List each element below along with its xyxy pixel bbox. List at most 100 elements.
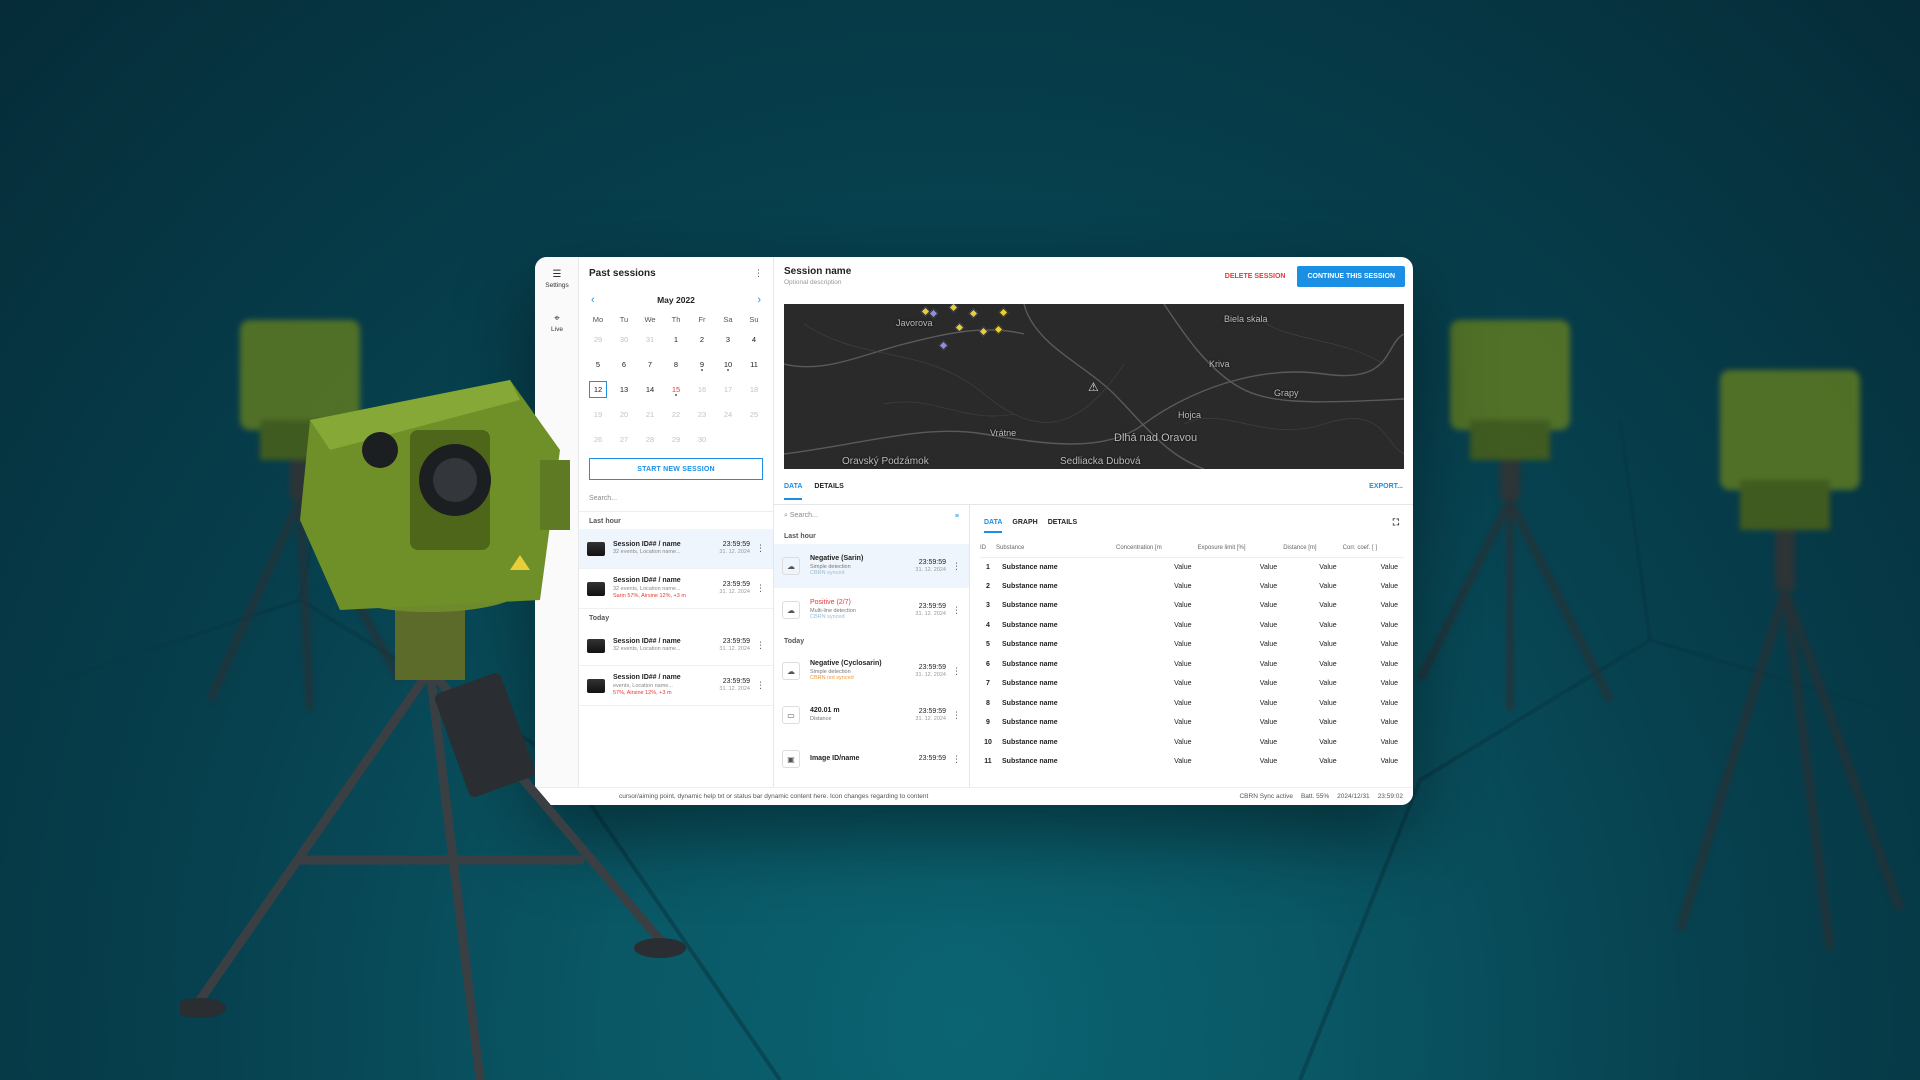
table-row[interactable]: 8 Substance name Value Value Value Value <box>980 694 1404 714</box>
event-time: 23:59:59 <box>918 707 946 715</box>
status-time: 23:59:02 <box>1377 793 1403 800</box>
calendar-day[interactable]: 18 <box>741 377 767 402</box>
cell-value: Value <box>1174 738 1192 746</box>
map-label: Dlhá nad Oravou <box>1114 432 1198 444</box>
cell-value: Value <box>1319 621 1337 629</box>
event-item[interactable]: ☁ Negative (Cyclosarin) Simple detection… <box>774 649 969 693</box>
more-icon[interactable]: ⋮ <box>756 640 765 651</box>
rail-live[interactable]: ⌖ Live <box>535 301 579 345</box>
session-date: 31. 12. 2024 <box>719 646 750 653</box>
cell-id: 5 <box>986 641 990 649</box>
column-header[interactable]: Corr. coef. [ ] <box>1342 539 1404 558</box>
filter-icon[interactable]: ≡ <box>955 513 959 520</box>
status-date: 2024/12/31 <box>1337 793 1370 800</box>
cell-id: 8 <box>986 699 990 707</box>
warning-triangle-icon[interactable]: ⚠ <box>1088 380 1099 394</box>
tab-table-data[interactable]: DATA <box>984 519 1003 533</box>
table-row[interactable]: 2 Substance name Value Value Value Value <box>980 577 1404 597</box>
calendar-day[interactable] <box>715 427 741 452</box>
table-row[interactable]: 10 Substance name Value Value Value Value <box>980 733 1404 753</box>
session-date: 31. 12. 2024 <box>719 686 750 693</box>
cell-substance: Substance name <box>1002 660 1058 668</box>
table-row[interactable]: 4 Substance name Value Value Value Value <box>980 616 1404 636</box>
cell-substance: Substance name <box>1002 641 1058 649</box>
table-row[interactable]: 9 Substance name Value Value Value Value <box>980 713 1404 733</box>
table-row[interactable]: 6 Substance name Value Value Value Value <box>980 655 1404 675</box>
map-label: Grapy <box>1274 388 1299 398</box>
rail-settings[interactable]: ☰ Settings <box>535 257 579 301</box>
detector-device-image <box>180 380 686 1080</box>
table-row[interactable]: 1 Substance name Value Value Value Value <box>980 557 1404 577</box>
table-row[interactable]: 5 Substance name Value Value Value Value <box>980 635 1404 655</box>
cell-id: 1 <box>986 563 990 571</box>
calendar-day[interactable]: 17 <box>715 377 741 402</box>
cell-value: Value <box>1380 699 1398 707</box>
more-icon[interactable]: ⋮ <box>754 268 763 279</box>
column-header[interactable]: Distance [m] <box>1283 539 1343 558</box>
more-icon[interactable]: ⋮ <box>952 605 961 616</box>
table-row[interactable]: 7 Substance name Value Value Value Value <box>980 674 1404 694</box>
more-icon[interactable]: ⋮ <box>952 561 961 572</box>
tab-graph[interactable]: GRAPH <box>1012 519 1037 533</box>
session-map[interactable]: Javorova Biela skala Kriva Grapy Hojca V… <box>784 304 1404 469</box>
continue-session-button[interactable]: CONTINUE THIS SESSION <box>1297 265 1405 287</box>
event-item[interactable]: ☁ Positive (2/7) Multi-line detection CB… <box>774 588 969 632</box>
delete-session-button[interactable]: DELETE SESSION <box>1225 273 1286 280</box>
event-search-input[interactable]: ⌕ Search... ≡ <box>774 505 969 527</box>
more-icon[interactable]: ⋮ <box>952 710 961 721</box>
cell-substance: Substance name <box>1002 582 1058 590</box>
calendar-day[interactable]: 24 <box>715 402 741 427</box>
session-tabs: DATA DETAILS <box>784 483 844 500</box>
event-date: 31. 12. 2024 <box>915 671 946 678</box>
map-label: Sedliacka Dubová <box>1060 456 1141 467</box>
fullscreen-icon[interactable]: ⛶ <box>1393 517 1399 535</box>
event-item[interactable]: ▣ Image ID/name 23:59:59 ⋮ <box>774 737 969 781</box>
more-icon[interactable]: ⋮ <box>952 754 961 765</box>
cell-value: Value <box>1319 602 1337 610</box>
more-icon[interactable]: ⋮ <box>756 583 765 594</box>
event-search-placeholder: Search... <box>789 512 818 519</box>
more-icon[interactable]: ⋮ <box>756 543 765 554</box>
column-header[interactable]: Substance <box>996 539 1116 558</box>
chevron-right-icon[interactable]: › <box>757 294 761 306</box>
calendar-day[interactable] <box>741 427 767 452</box>
event-date: 31. 12. 2024 <box>915 566 946 573</box>
calendar-day[interactable]: 10 <box>715 352 741 377</box>
calendar-day[interactable]: 11 <box>741 352 767 377</box>
export-button[interactable]: EXPORT... <box>1369 483 1403 490</box>
cell-value: Value <box>1174 680 1192 688</box>
event-name: Negative (Sarin) <box>810 554 864 562</box>
event-time: 23:59:59 <box>918 558 946 566</box>
table-row[interactable]: 11 Substance name Value Value Value Value <box>980 752 1404 772</box>
cell-value: Value <box>1319 660 1337 668</box>
column-header[interactable]: Concentration [m <box>1116 539 1198 558</box>
rail-live-label: Live <box>551 326 563 333</box>
weekday: Fr <box>698 314 706 324</box>
column-header[interactable]: ID <box>980 539 996 558</box>
chevron-left-icon[interactable]: ‹ <box>591 294 595 306</box>
cell-value: Value <box>1259 602 1278 610</box>
image-icon: ▣ <box>782 750 800 768</box>
more-icon[interactable]: ⋮ <box>756 680 765 691</box>
cell-substance: Substance name <box>1002 699 1058 707</box>
tab-table-details[interactable]: DETAILS <box>1048 519 1077 533</box>
event-item[interactable]: ☁ Negative (Sarin) Simple detection CBRN… <box>774 544 969 588</box>
calendar-day[interactable]: 3 <box>715 327 741 352</box>
event-item[interactable]: ▭ 420.01 m Distance 23:59:59 31. 12. 2024… <box>774 693 969 737</box>
more-icon[interactable]: ⋮ <box>952 666 961 677</box>
cell-value: Value <box>1259 758 1278 766</box>
table-row[interactable]: 3 Substance name Value Value Value Value <box>980 596 1404 616</box>
calendar-day[interactable]: 4 <box>741 327 767 352</box>
session-title: Session name <box>784 266 852 277</box>
session-date: 31. 12. 2024 <box>719 549 750 556</box>
events-list: ⌕ Search... ≡ Last hour ☁ Negative (Sari… <box>774 505 970 787</box>
cell-value: Value <box>1174 602 1192 610</box>
column-header[interactable]: Exposure limit [%] <box>1197 539 1284 558</box>
map-label: Oravský Podzámok <box>842 456 929 467</box>
tab-details[interactable]: DETAILS <box>814 483 843 500</box>
tab-data[interactable]: DATA <box>784 483 803 500</box>
calendar-day[interactable]: 25 <box>741 402 767 427</box>
event-name: Positive (2/7) <box>810 598 851 606</box>
cell-value: Value <box>1174 719 1192 727</box>
cell-value: Value <box>1174 582 1192 590</box>
